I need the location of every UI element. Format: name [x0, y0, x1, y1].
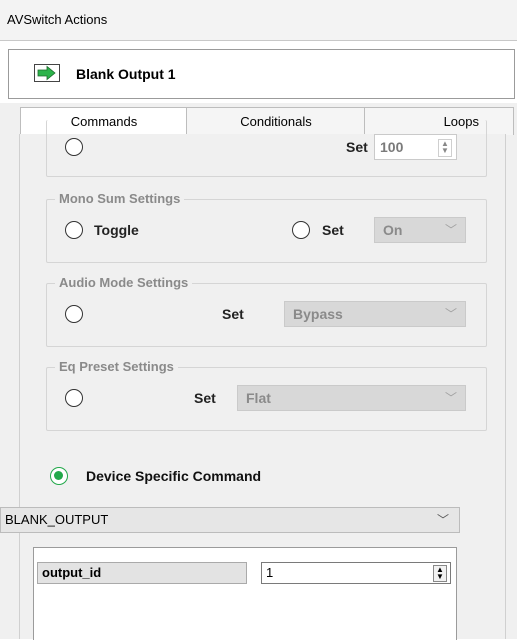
stepper-arrows-icon[interactable]: ▲ ▼ [438, 139, 452, 157]
volume-settings-group: Set 100 ▲ ▼ [46, 120, 487, 177]
window-titlebar: AVSwitch Actions [0, 0, 517, 41]
audio-mode-group: Audio Mode Settings Set Bypass ﹀ [46, 275, 487, 347]
mono-sum-group: Mono Sum Settings Toggle Set On ﹀ [46, 191, 487, 263]
audio-mode-select[interactable]: Bypass ﹀ [284, 301, 466, 327]
action-header: Blank Output 1 [8, 49, 515, 99]
chevron-down-icon: ﹀ [444, 223, 457, 237]
chevron-down-icon: ﹀ [444, 307, 457, 321]
volume-set-label: Set [346, 139, 368, 155]
window-title: AVSwitch Actions [7, 12, 108, 27]
action-title: Blank Output 1 [76, 66, 176, 82]
chevron-down-icon: ﹀ [436, 513, 449, 527]
mono-sum-select[interactable]: On ﹀ [374, 217, 466, 243]
param-name: output_id [37, 562, 247, 584]
volume-value: 100 [380, 139, 404, 155]
mono-sum-value: On [383, 222, 403, 238]
param-value-stepper[interactable]: 1 ▲ ▼ [261, 562, 451, 584]
volume-radio[interactable] [65, 138, 83, 156]
eq-preset-select[interactable]: Flat ﹀ [237, 385, 466, 411]
parameters-grid: output_id 1 ▲ ▼ [33, 547, 457, 640]
volume-stepper[interactable]: 100 ▲ ▼ [374, 134, 457, 160]
eq-preset-radio[interactable] [65, 389, 83, 407]
eq-preset-legend: Eq Preset Settings [55, 359, 178, 374]
param-value: 1 [266, 565, 274, 580]
audio-mode-set-label: Set [222, 306, 244, 322]
eq-preset-group: Eq Preset Settings Set Flat ﹀ [46, 359, 487, 431]
device-command-value: BLANK_OUTPUT [5, 512, 109, 527]
audio-mode-radio[interactable] [65, 305, 83, 323]
chevron-down-icon: ﹀ [444, 391, 457, 405]
device-command-select[interactable]: BLANK_OUTPUT ﹀ [0, 507, 460, 533]
eq-preset-set-label: Set [194, 390, 216, 406]
stepper-arrows-icon[interactable]: ▲ ▼ [433, 565, 447, 582]
device-specific-label: Device Specific Command [86, 468, 262, 484]
audio-mode-value: Bypass [293, 306, 343, 322]
mono-sum-toggle-label: Toggle [94, 222, 139, 238]
green-arrow-icon [34, 64, 60, 82]
mono-sum-legend: Mono Sum Settings [55, 191, 185, 206]
mono-sum-set-label: Set [322, 222, 344, 238]
mono-sum-toggle-radio[interactable] [65, 221, 83, 239]
device-specific-radio[interactable] [50, 467, 68, 485]
mono-sum-set-radio[interactable] [292, 221, 310, 239]
audio-mode-legend: Audio Mode Settings [55, 275, 193, 290]
eq-preset-value: Flat [246, 390, 271, 406]
